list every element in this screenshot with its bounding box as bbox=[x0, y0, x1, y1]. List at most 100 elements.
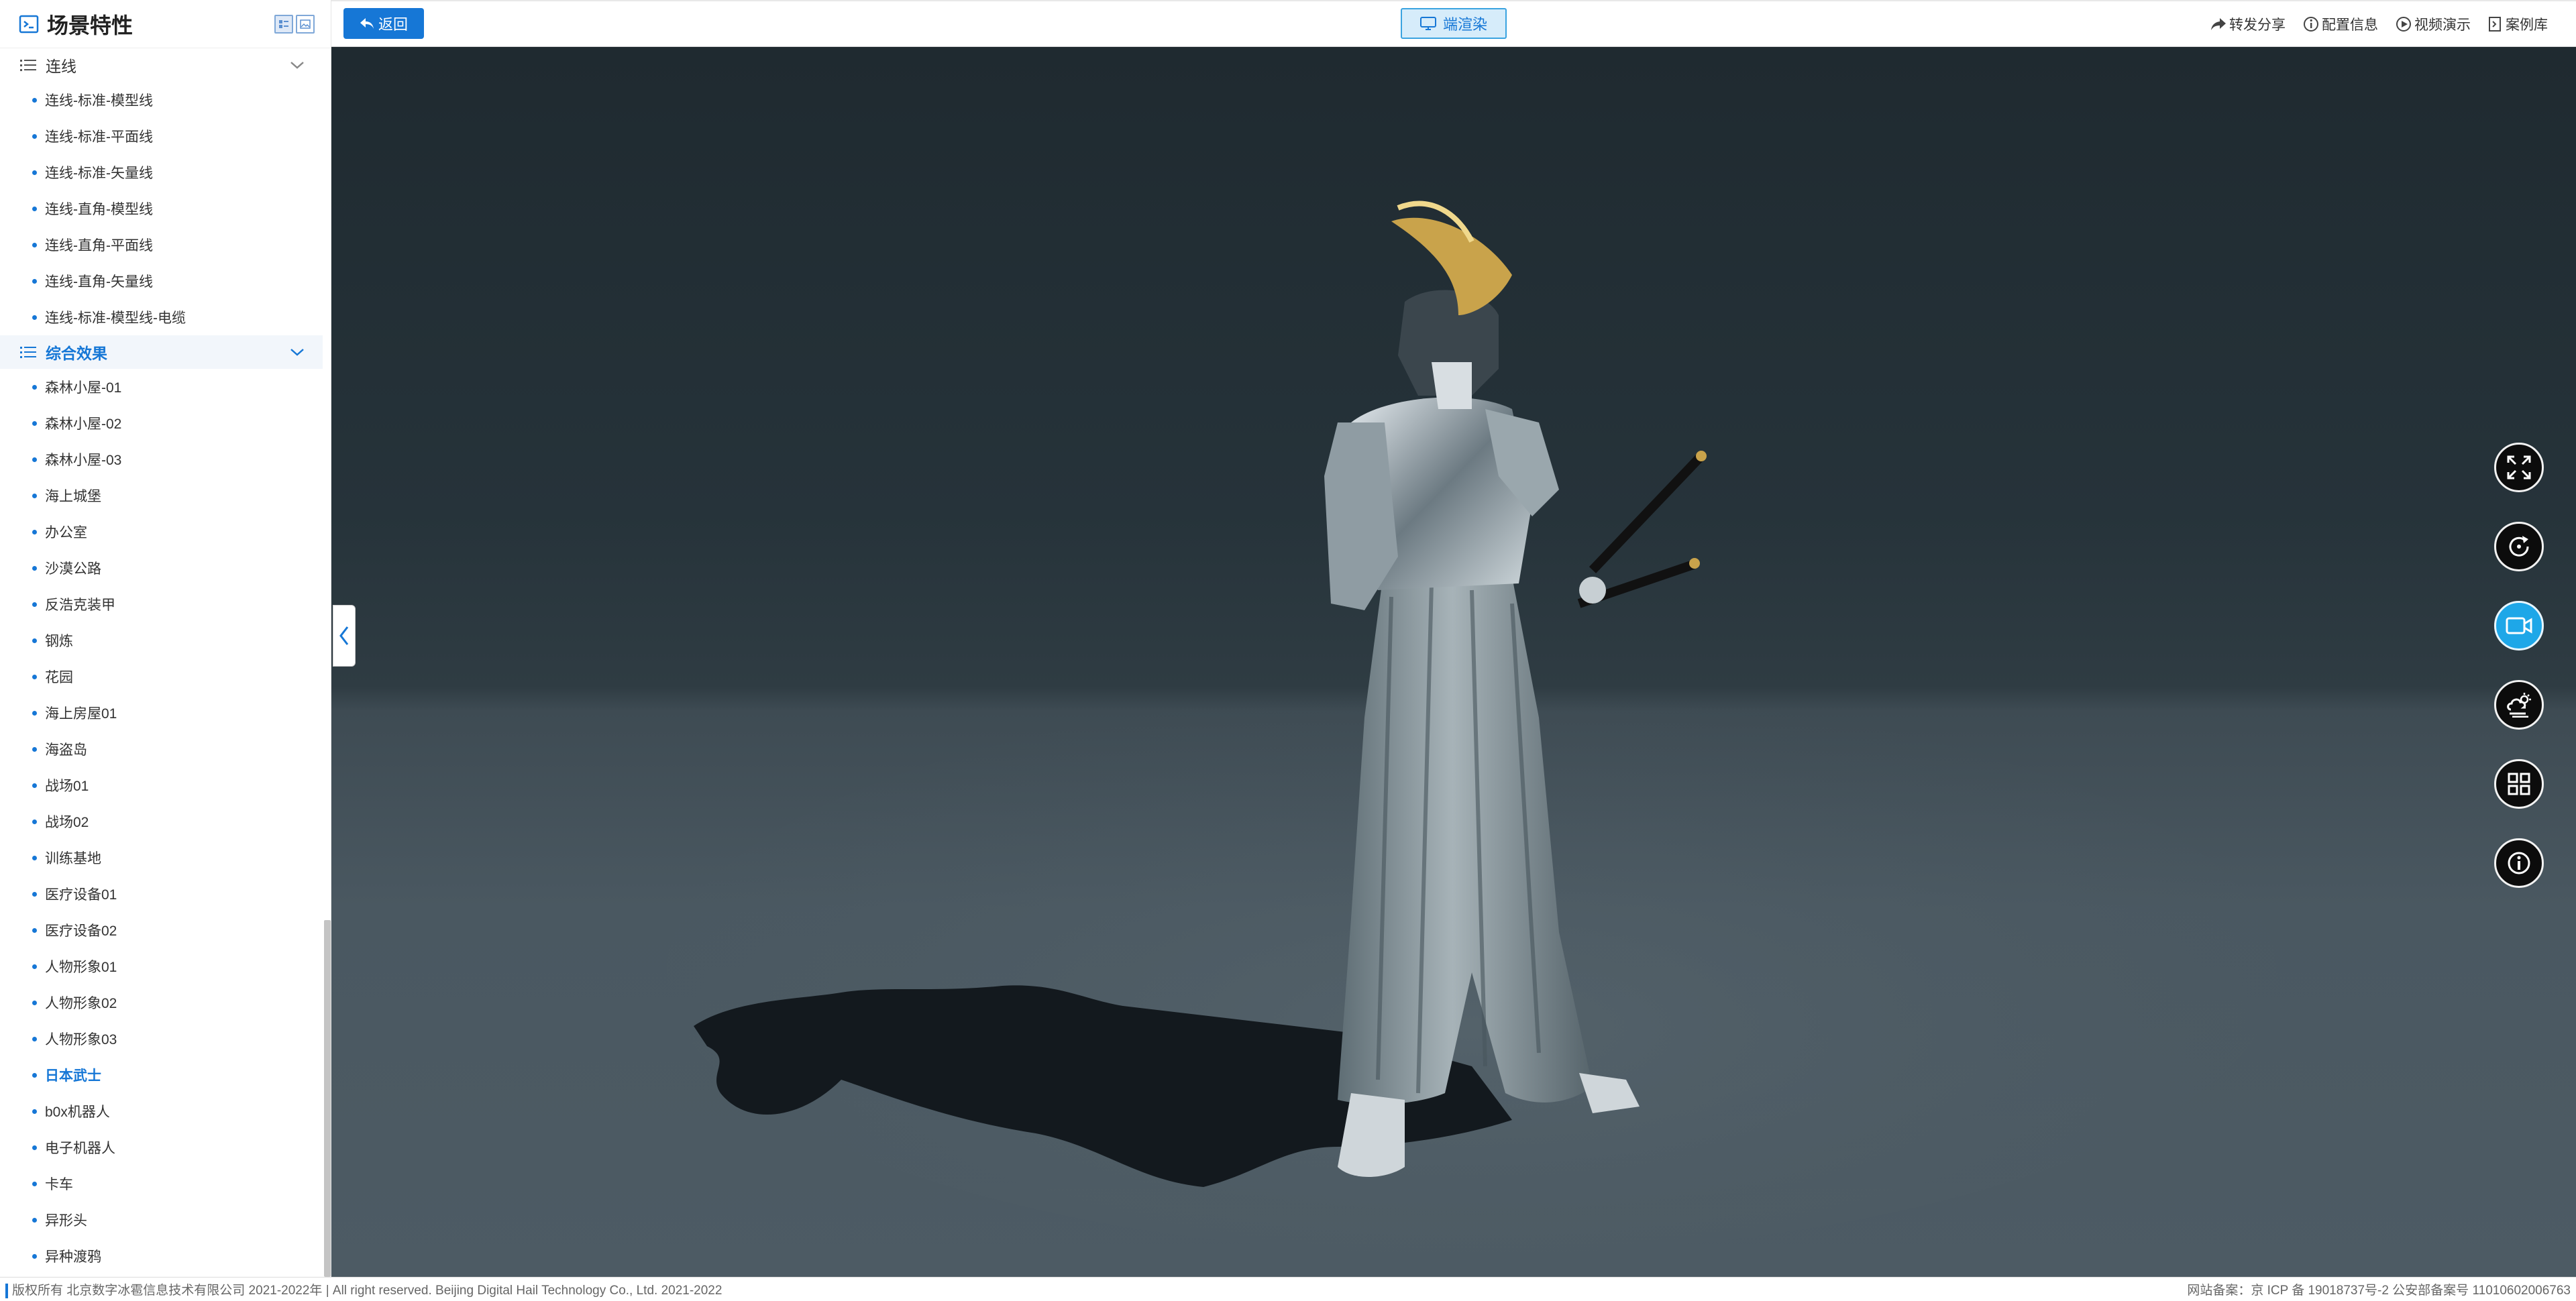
item-label: 人物形象01 bbox=[45, 960, 117, 975]
bullet-icon bbox=[32, 315, 37, 320]
back-label: 返回 bbox=[378, 16, 408, 33]
link-label: 转发分享 bbox=[2229, 17, 2286, 33]
list-item[interactable]: 人物形象02 bbox=[0, 984, 323, 1021]
list-item[interactable]: 连线-直角-平面线 bbox=[0, 227, 323, 263]
fullscreen-icon bbox=[2507, 455, 2531, 479]
top-bar: 返回 端渲染 转发分享 配置信息 视频演示 案例库 bbox=[331, 0, 2576, 47]
grid-button[interactable] bbox=[2494, 759, 2544, 809]
bullet-icon bbox=[32, 493, 37, 498]
weather-button[interactable] bbox=[2494, 680, 2544, 730]
list-item[interactable]: 沙漠公路 bbox=[0, 550, 323, 586]
list-item[interactable]: 森林小屋-03 bbox=[0, 441, 323, 477]
image-view-icon[interactable] bbox=[296, 14, 315, 34]
list-item[interactable]: b0x机器人 bbox=[0, 1093, 323, 1129]
list-item[interactable]: 电子机器人 bbox=[0, 1129, 323, 1166]
list-item[interactable]: 卡车 bbox=[0, 1166, 323, 1202]
list-item[interactable]: 人物形象03 bbox=[0, 1021, 323, 1057]
config-link[interactable]: 配置信息 bbox=[2303, 14, 2378, 34]
footer-mark bbox=[5, 1283, 8, 1298]
bullet-icon bbox=[32, 420, 37, 426]
list-item[interactable]: 训练基地 bbox=[0, 840, 323, 876]
link-label: 视频演示 bbox=[2414, 17, 2471, 33]
library-link[interactable]: 案例库 bbox=[2488, 14, 2548, 34]
list-item-selected[interactable]: 日本武士 bbox=[0, 1057, 323, 1093]
list-item[interactable]: 连线-直角-矢量线 bbox=[0, 263, 323, 299]
list-item[interactable]: 医疗设备02 bbox=[0, 912, 323, 948]
list-item[interactable]: 人物形象01 bbox=[0, 948, 323, 984]
item-label: 人物形象03 bbox=[45, 1032, 117, 1048]
top-links: 转发分享 配置信息 视频演示 案例库 bbox=[2210, 1, 2548, 47]
list-item[interactable]: 海盗岛 bbox=[0, 731, 323, 767]
item-label: 连线-标准-矢量线 bbox=[45, 166, 153, 181]
weather-icon bbox=[2507, 693, 2531, 718]
bullet-icon bbox=[32, 1036, 37, 1041]
bullet-icon bbox=[32, 457, 37, 462]
list-item[interactable]: 森林小屋-02 bbox=[0, 405, 323, 441]
footer-icp: 网站备案：京 ICP 备 19018737号-2 公安部备案号 11010602… bbox=[2187, 1284, 2571, 1298]
render-viewport[interactable] bbox=[331, 47, 2576, 1277]
bullet-icon bbox=[32, 565, 37, 571]
list-item[interactable]: 海上城堡 bbox=[0, 477, 323, 514]
bullet-icon bbox=[32, 133, 37, 139]
footer-copyright: 版权所有 北京数字冰雹信息技术有限公司 2021-2022年 | All rig… bbox=[12, 1284, 722, 1298]
footer-copyright-wrap: 版权所有 北京数字冰雹信息技术有限公司 2021-2022年 | All rig… bbox=[5, 1280, 722, 1298]
list-item[interactable]: 钢炼 bbox=[0, 622, 323, 659]
list-item[interactable]: 医疗设备01 bbox=[0, 876, 323, 912]
list-item[interactable]: 战场01 bbox=[0, 767, 323, 803]
list-item[interactable]: 连线-标准-模型线 bbox=[0, 82, 323, 118]
bullet-icon bbox=[32, 1072, 37, 1078]
samurai-scene bbox=[667, 201, 2277, 1254]
camera-button[interactable] bbox=[2494, 601, 2544, 650]
bullet-icon bbox=[32, 206, 37, 211]
item-label: 海盗岛 bbox=[45, 742, 87, 758]
camera-icon bbox=[2506, 617, 2532, 634]
info-button[interactable] bbox=[2494, 838, 2544, 888]
group-name: 连线 bbox=[46, 58, 76, 75]
render-button[interactable]: 端渲染 bbox=[1401, 8, 1507, 39]
back-button[interactable]: 返回 bbox=[343, 8, 424, 39]
list-item[interactable]: 战场02 bbox=[0, 803, 323, 840]
list-item[interactable]: 办公室 bbox=[0, 514, 323, 550]
monitor-icon bbox=[1419, 17, 1436, 30]
list-item[interactable]: 海上房屋01 bbox=[0, 695, 323, 731]
list-item[interactable]: 花园 bbox=[0, 659, 323, 695]
bullet-icon bbox=[32, 1181, 37, 1186]
group-header-effects[interactable]: 综合效果 bbox=[0, 335, 323, 369]
item-label: 异种渡鸦 bbox=[45, 1249, 101, 1265]
chevron-down-icon bbox=[290, 349, 304, 356]
list-item[interactable]: 异形头 bbox=[0, 1202, 323, 1238]
list-item[interactable]: 连线-标准-平面线 bbox=[0, 118, 323, 154]
item-label: 日本武士 bbox=[45, 1068, 101, 1084]
list-view-icon[interactable] bbox=[274, 14, 293, 34]
library-icon bbox=[2489, 17, 2501, 32]
sidebar-scrollbar[interactable] bbox=[324, 920, 331, 1277]
list-icon bbox=[20, 60, 36, 71]
bullet-icon bbox=[32, 170, 37, 175]
video-link[interactable]: 视频演示 bbox=[2396, 14, 2471, 34]
list-item[interactable]: 连线-标准-模型线-电缆 bbox=[0, 299, 323, 335]
bullet-icon bbox=[32, 638, 37, 643]
bullet-icon bbox=[32, 891, 37, 897]
group-header-lines[interactable]: 连线 bbox=[0, 48, 323, 82]
scene-list: 连线 连线-标准-模型线 连线-标准-平面线 连线-标准-矢量线 连线-直角-模… bbox=[0, 48, 323, 1277]
share-link[interactable]: 转发分享 bbox=[2210, 14, 2286, 34]
list-item[interactable]: 连线-标准-矢量线 bbox=[0, 154, 323, 190]
item-label: 海上房屋01 bbox=[45, 706, 117, 722]
bullet-icon bbox=[32, 1145, 37, 1150]
bullet-icon bbox=[32, 1217, 37, 1223]
list-item[interactable]: 森林小屋-01 bbox=[0, 369, 323, 405]
rotate-icon bbox=[2509, 536, 2529, 557]
list-item[interactable]: 反浩克装甲 bbox=[0, 586, 323, 622]
rotate-button[interactable] bbox=[2494, 522, 2544, 571]
item-label: 训练基地 bbox=[45, 851, 101, 866]
item-label: 医疗设备01 bbox=[45, 887, 117, 903]
info-icon bbox=[2304, 17, 2318, 32]
list-item[interactable]: 异种渡鸦 bbox=[0, 1238, 323, 1274]
link-label: 配置信息 bbox=[2322, 17, 2378, 33]
fullscreen-button[interactable] bbox=[2494, 443, 2544, 492]
footer: 版权所有 北京数字冰雹信息技术有限公司 2021-2022年 | All rig… bbox=[0, 1277, 2576, 1301]
list-item[interactable]: 连线-直角-模型线 bbox=[0, 190, 323, 227]
bullet-icon bbox=[32, 529, 37, 534]
collapse-sidebar-button[interactable] bbox=[333, 605, 356, 667]
list-icon bbox=[20, 347, 36, 358]
